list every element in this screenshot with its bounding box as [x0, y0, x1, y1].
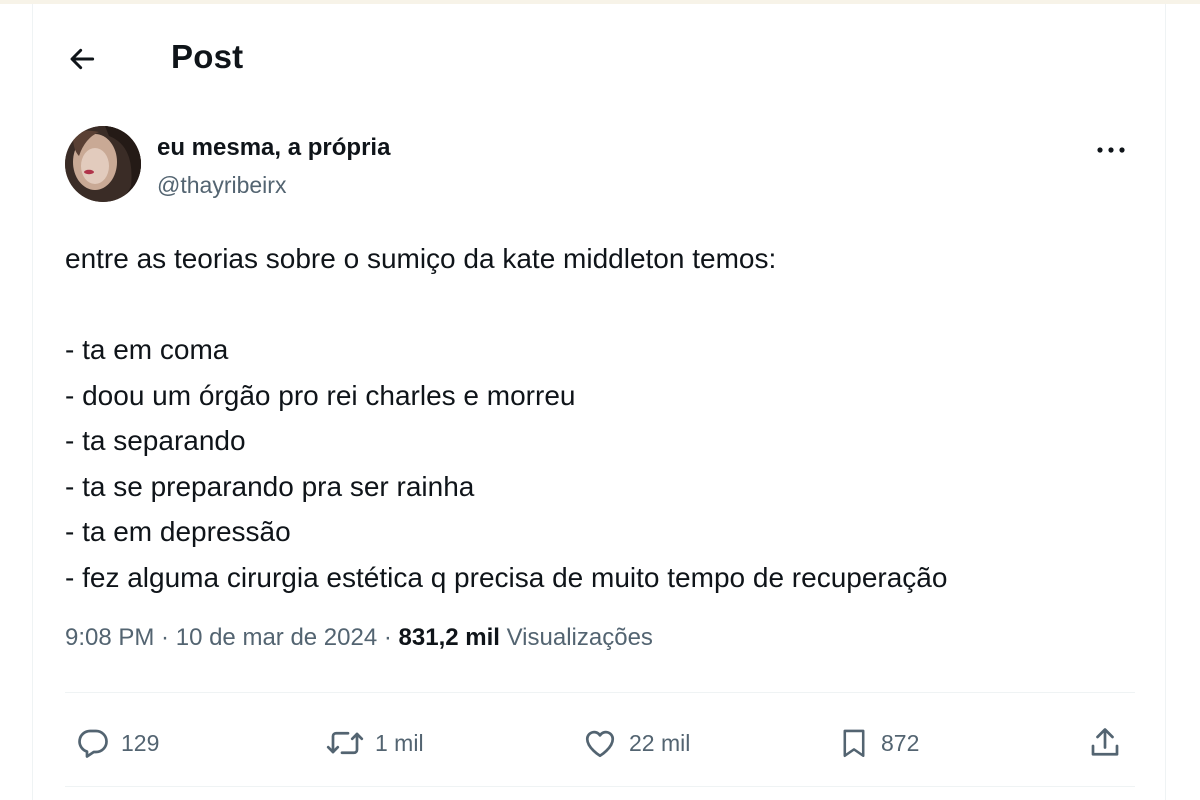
- meta-separator: ·: [377, 624, 399, 651]
- tweet-line: - ta em coma: [65, 334, 229, 365]
- post-date[interactable]: 10 de mar de 2024: [176, 624, 377, 651]
- repost-icon: [326, 731, 364, 755]
- reply-icon: [78, 729, 108, 758]
- bookmark-button[interactable]: 872: [837, 716, 919, 770]
- action-bar: 129 1 mil 22 mil 872: [33, 716, 1165, 770]
- reply-button[interactable]: 129: [75, 716, 159, 770]
- author-handle[interactable]: @thayribeirx: [157, 168, 390, 202]
- page-header: Post: [33, 28, 1165, 88]
- tweet-line: - ta separando: [65, 425, 246, 456]
- meta-separator: ·: [154, 624, 176, 651]
- tweet-line: entre as teorias sobre o sumiço da kate …: [65, 243, 777, 274]
- repost-count: 1 mil: [375, 729, 424, 756]
- share-icon: [1091, 728, 1119, 756]
- tweet-line: - doou um órgão pro rei charles e morreu: [65, 379, 576, 411]
- tweet-line: - ta em depressão: [65, 516, 291, 547]
- avatar[interactable]: [65, 126, 141, 202]
- share-button[interactable]: [1087, 716, 1123, 770]
- tweet-text: entre as teorias sobre o sumiço da kate …: [65, 236, 1145, 600]
- post-column: Post eu mesma, a própria @thayribeirx en…: [32, 4, 1166, 800]
- more-horizontal-icon: [1097, 147, 1125, 153]
- views-label: Visualizações: [499, 624, 653, 651]
- tweet-line: [65, 282, 1145, 328]
- reply-count: 129: [121, 729, 160, 756]
- divider: [65, 786, 1135, 787]
- repost-button[interactable]: 1 mil: [325, 716, 424, 770]
- post-time[interactable]: 9:08 PM: [65, 624, 154, 651]
- bookmark-icon: [843, 729, 865, 758]
- author-name[interactable]: eu mesma, a própria: [157, 132, 390, 164]
- like-button[interactable]: 22 mil: [581, 716, 690, 770]
- tweet-meta: 9:08 PM · 10 de mar de 2024 · 831,2 mil …: [65, 624, 653, 652]
- back-button[interactable]: [59, 36, 105, 82]
- author-block: eu mesma, a própria @thayribeirx: [157, 132, 390, 202]
- avatar-photo: [65, 126, 141, 202]
- more-options-button[interactable]: [1091, 132, 1131, 168]
- views-count: 831,2 mil: [398, 624, 500, 651]
- divider: [65, 692, 1135, 693]
- bookmark-count: 872: [881, 729, 920, 756]
- tweet-line: - fez alguma cirurgia estética q precisa…: [65, 561, 948, 593]
- arrow-left-icon: [70, 48, 95, 70]
- heart-icon: [585, 730, 615, 758]
- tweet-line: - ta se preparando pra ser rainha: [65, 470, 475, 502]
- like-count: 22 mil: [629, 729, 691, 756]
- page-title: Post: [171, 38, 244, 75]
